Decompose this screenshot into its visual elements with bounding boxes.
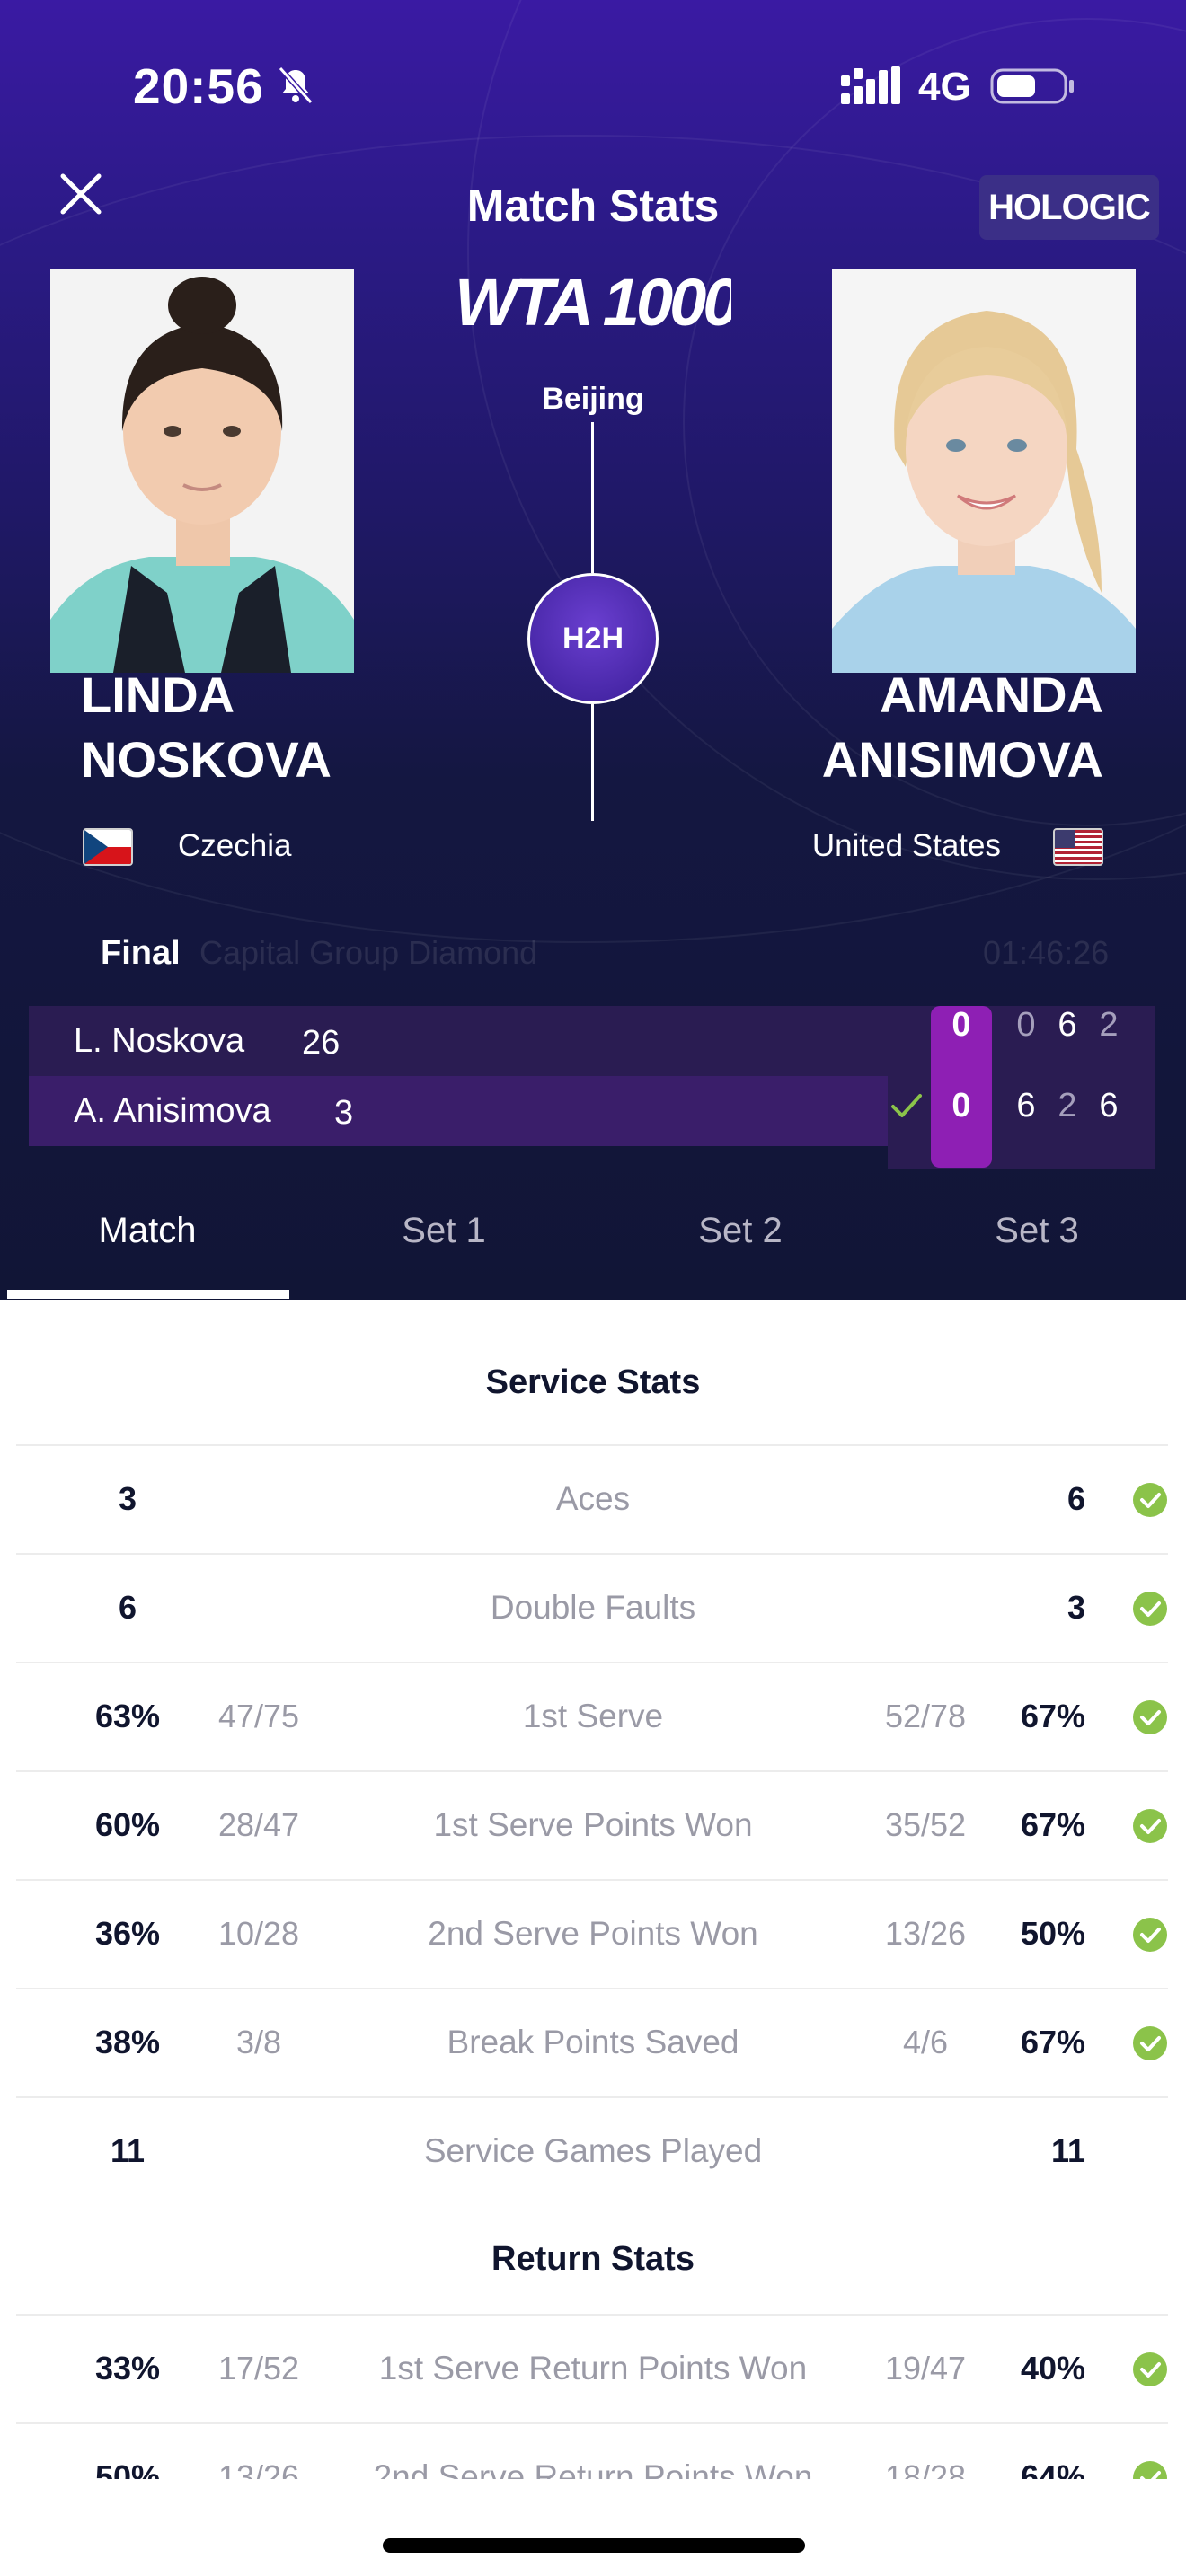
- stat-row: 3 Aces 6: [0, 1446, 1186, 1554]
- scoreboard-player-name: L. Noskova: [74, 1022, 245, 1060]
- stat-left-value: 38%: [94, 2024, 161, 2060]
- player-country-left: Czechia: [178, 828, 292, 863]
- set-score: 6: [1099, 1087, 1119, 1125]
- stat-label: 1st Serve: [522, 1698, 664, 1734]
- stat-left-value: 6: [118, 1589, 137, 1626]
- win-check-icon: [1133, 1592, 1167, 1626]
- status-time: 20:56: [133, 58, 264, 114]
- stat-right-value: 40%: [1020, 2350, 1085, 2386]
- stat-row: 38% 3/8 Break Points Saved 4/6 67%: [0, 1989, 1186, 2097]
- stat-row: 36% 10/28 2nd Serve Points Won 13/26 50%: [0, 1881, 1186, 1989]
- stat-row: 11 Service Games Played 11: [0, 2098, 1186, 2206]
- stat-row: 33% 17/52 1st Serve Return Points Won 19/47…: [0, 2316, 1186, 2423]
- battery-icon: [990, 68, 1074, 104]
- stat-label: Double Faults: [490, 1589, 696, 1626]
- player-photo-left: [50, 269, 354, 673]
- network-type: 4G: [918, 65, 971, 109]
- stat-left-value: 11: [110, 2132, 146, 2169]
- player-last-name: ANISIMOVA: [821, 731, 1103, 788]
- tab-set-3[interactable]: Set 3: [925, 1211, 1148, 1251]
- stat-left-fraction: 17/52: [217, 2350, 300, 2386]
- checkmark-icon: [891, 1094, 922, 1117]
- svg-text:WTA 1000: WTA 1000: [455, 266, 731, 338]
- stat-right-value: 67%: [1020, 1806, 1085, 1843]
- stat-label: Aces: [555, 1480, 631, 1517]
- stat-right-value: 11: [1050, 2132, 1085, 2169]
- set-score: 6: [1058, 1006, 1077, 1044]
- game-score: 0: [951, 1006, 971, 1044]
- stat-row: 6 Double Faults 3: [0, 1555, 1186, 1663]
- status-bar: 20:56 4G: [0, 0, 1186, 171]
- game-score: 0: [951, 1087, 971, 1125]
- stat-label: 2nd Serve Points Won: [428, 1915, 758, 1952]
- match-duration: 01:46:26: [983, 934, 1110, 971]
- scoreboard-player-rank: 26: [302, 1024, 341, 1062]
- stat-left-fraction: 3/8: [235, 2024, 282, 2060]
- stat-left-value: 36%: [94, 1915, 161, 1952]
- win-check-icon: [1133, 1918, 1167, 1952]
- stat-left-fraction: 47/75: [217, 1698, 300, 1734]
- stat-right-fraction: 4/6: [902, 2024, 949, 2060]
- win-check-icon: [1133, 1700, 1167, 1734]
- stat-right-value: 50%: [1020, 1915, 1085, 1952]
- service-stats-title: Service Stats: [485, 1363, 701, 1401]
- active-tab-indicator: [7, 1290, 289, 1299]
- stat-right-fraction: 19/47: [884, 2350, 967, 2386]
- scoreboard-player-name: A. Anisimova: [74, 1092, 271, 1130]
- stat-left-fraction: 10/28: [217, 1915, 300, 1952]
- event-name: Capital Group Diamond: [199, 934, 538, 971]
- player-photo-right: [832, 269, 1136, 673]
- player-last-name: NOSKOVA: [81, 731, 332, 788]
- set-score: 6: [1016, 1087, 1036, 1125]
- stat-label: 1st Serve Points Won: [433, 1806, 753, 1843]
- player-name-left: LINDA NOSKOVA: [81, 663, 332, 792]
- player-first-name: AMANDA: [880, 666, 1103, 723]
- stat-right-fraction: 35/52: [884, 1806, 967, 1843]
- stat-row: 60% 28/47 1st Serve Points Won 35/52 67%: [0, 1772, 1186, 1880]
- stat-label: Service Games Played: [423, 2132, 763, 2169]
- set-score: 2: [1099, 1006, 1119, 1044]
- stat-right-fraction: 13/26: [884, 1915, 967, 1952]
- home-indicator[interactable]: [383, 2538, 805, 2553]
- stat-label: 1st Serve Return Points Won: [378, 2350, 808, 2386]
- flag-czechia: [83, 828, 133, 866]
- stat-right-fraction: 52/78: [884, 1698, 967, 1734]
- bottom-fade: [0, 2479, 1186, 2576]
- win-check-icon: [1133, 1809, 1167, 1843]
- tab-set-2[interactable]: Set 2: [629, 1211, 852, 1251]
- bell-mute-icon: [278, 66, 314, 105]
- win-check-icon: [1133, 2352, 1167, 2386]
- stat-left-value: 63%: [94, 1698, 161, 1734]
- player-name-right: AMANDA ANISIMOVA: [822, 663, 1103, 792]
- h2h-button[interactable]: H2H: [527, 573, 659, 704]
- scoreboard-player-rank: 3: [334, 1094, 354, 1132]
- divider-line: [591, 422, 594, 573]
- player-first-name: LINDA: [81, 666, 235, 723]
- tournament-city: Beijing: [542, 382, 644, 416]
- stat-left-value: 3: [118, 1480, 137, 1517]
- stat-left-value: 60%: [94, 1806, 161, 1843]
- signal-icon: [841, 66, 900, 104]
- stat-right-value: 67%: [1020, 2024, 1085, 2060]
- tab-match[interactable]: Match: [36, 1211, 259, 1251]
- stat-row: 63% 47/75 1st Serve 52/78 67%: [0, 1663, 1186, 1771]
- flag-united-states: [1053, 828, 1103, 866]
- divider-line: [591, 704, 594, 821]
- set-score: 2: [1058, 1087, 1077, 1125]
- stat-label: Break Points Saved: [447, 2024, 739, 2060]
- wta-1000-logo: WTA 1000: [455, 266, 731, 338]
- player-country-right: United States: [811, 828, 1001, 863]
- tab-set-1[interactable]: Set 1: [332, 1211, 555, 1251]
- win-check-icon: [1133, 2026, 1167, 2060]
- return-stats-title: Return Stats: [491, 2240, 695, 2278]
- stat-left-fraction: 28/47: [217, 1806, 300, 1843]
- stat-right-value: 67%: [1020, 1698, 1085, 1734]
- win-check-icon: [1133, 1483, 1167, 1517]
- set-score: 0: [1016, 1006, 1036, 1044]
- stat-right-value: 6: [1067, 1480, 1085, 1517]
- stat-right-value: 3: [1067, 1589, 1085, 1626]
- stat-left-value: 33%: [94, 2350, 161, 2386]
- sponsor-logo: HOLOGIC: [979, 175, 1159, 240]
- match-status: Final: [101, 934, 181, 972]
